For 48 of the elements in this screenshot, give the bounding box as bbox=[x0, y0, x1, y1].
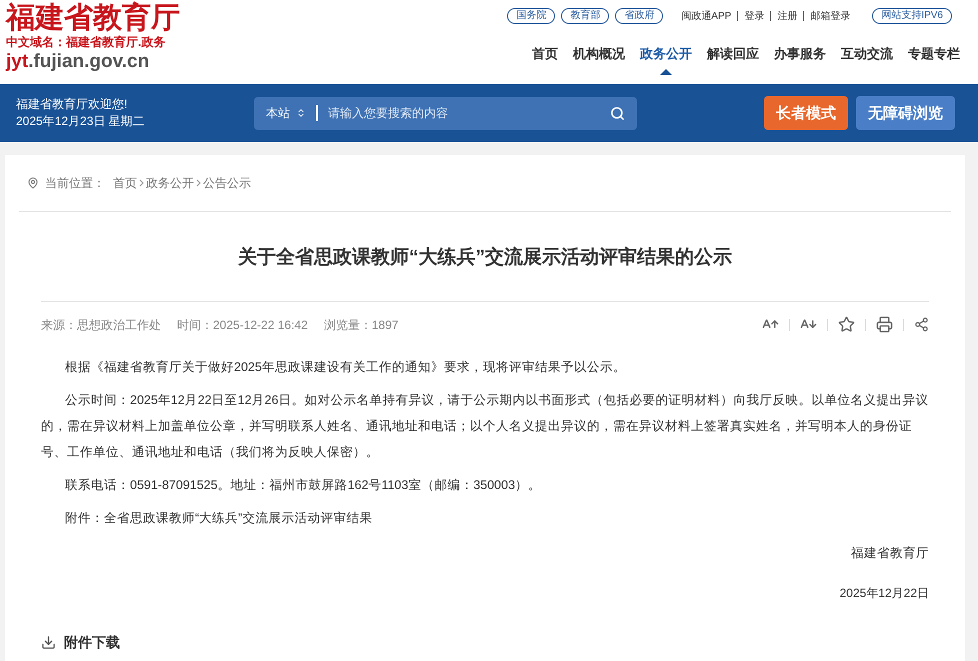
breadcrumb-link[interactable]: 公告公示 bbox=[203, 174, 251, 192]
nav-tab[interactable]: 政务公开 bbox=[640, 44, 692, 64]
breadcrumb-label: 当前位置： bbox=[45, 175, 105, 192]
site-subtitle: 中文域名：福建省教育厅.政务 bbox=[6, 34, 166, 50]
article-title: 关于全省思政课教师“大练兵”交流展示活动评审结果的公示 bbox=[41, 212, 929, 302]
nav-tab[interactable]: 办事服务 bbox=[774, 44, 826, 64]
site-badge-link[interactable]: 教育部 bbox=[561, 8, 610, 24]
search-icon[interactable] bbox=[610, 106, 625, 120]
location-pin-icon bbox=[27, 177, 39, 189]
article-signature: 福建省教育厅 bbox=[850, 544, 929, 562]
article-meta: 浏览量：1897 bbox=[324, 316, 398, 334]
nav-tab[interactable]: 首页 bbox=[532, 44, 558, 64]
article-meta: 时间：2025-12-22 16:42 bbox=[177, 316, 308, 334]
attachments-heading: 附件下载 bbox=[64, 632, 120, 652]
print-icon[interactable] bbox=[876, 316, 893, 333]
article-paragraph: 联系电话：0591-87091525。地址：福州市鼓屏路162号1103室（邮编：350003）。 bbox=[64, 476, 542, 494]
header-link[interactable]: 注册 bbox=[777, 8, 798, 24]
article-paragraph: 根据《福建省教育厅关于做好2025年思政课建设有关工作的通知》要求，现将评审结果予以公示。 bbox=[64, 358, 627, 376]
nav-tab[interactable]: 机构概况 bbox=[573, 44, 625, 64]
nav-tab[interactable]: 解读回应 bbox=[707, 44, 759, 64]
nav-tab[interactable]: 专题专栏 bbox=[908, 44, 960, 64]
header-link[interactable]: 邮箱登录 bbox=[810, 8, 850, 24]
search-field[interactable]: 本站 请输入您要搜索的内容 bbox=[254, 96, 637, 130]
nav-tab[interactable]: 互动交流 bbox=[841, 44, 893, 64]
site-badge-link[interactable]: 网站支持IPV6 bbox=[872, 8, 952, 24]
current-date: 2025年12月23日 星期二 bbox=[16, 113, 146, 130]
article-paragraph: 公示时间：2025年12月22日至12月26日。如对公示名单持有异议，请于公示期内以书面形式（包括必要的证明材料）向我厅反映。以单位名义提出异议的，需在异议材料上加盖单位公章，并写明联系人姓名、通讯地址和电话；以个人名义提出异议的，需在异议材料上签署真实姓名，并写明本人的身份证号、工作单位、通讯地址和电话（我们将为反映人保密）。 bbox=[41, 392, 929, 460]
article-date: 2025年12月22日 bbox=[838, 584, 929, 602]
active-tab-pointer bbox=[660, 69, 672, 75]
site-domain: jyt.fujian.gov.cn bbox=[6, 50, 150, 74]
breadcrumb-link[interactable]: 首页 bbox=[113, 174, 137, 192]
download-icon bbox=[41, 634, 56, 650]
header-link[interactable]: 登录 bbox=[744, 8, 764, 24]
chevron-icon bbox=[139, 179, 144, 187]
breadcrumb-link[interactable]: 政务公开 bbox=[146, 174, 194, 192]
share-icon[interactable] bbox=[914, 317, 929, 332]
article-paragraph: 附件：全省思政课教师“大练兵”交流展示活动评审结果 bbox=[64, 510, 374, 526]
site-badge-link[interactable]: 国务院 bbox=[507, 8, 556, 24]
welcome-text: 福建省教育厅欢迎您! bbox=[16, 96, 128, 113]
mode-button[interactable]: 无障碍浏览 bbox=[856, 96, 955, 130]
scope-select[interactable]: 本站 bbox=[266, 104, 306, 122]
site-badge-link[interactable]: 省政府 bbox=[615, 8, 664, 24]
star-icon[interactable] bbox=[838, 316, 855, 333]
chevron-icon bbox=[196, 179, 201, 187]
sort-icon bbox=[296, 108, 306, 118]
article-meta: 来源：思想政治工作处 bbox=[41, 316, 161, 334]
site-title: 福建省教育厅 bbox=[6, 0, 180, 34]
header-link[interactable]: 闽政通APP bbox=[681, 8, 732, 24]
